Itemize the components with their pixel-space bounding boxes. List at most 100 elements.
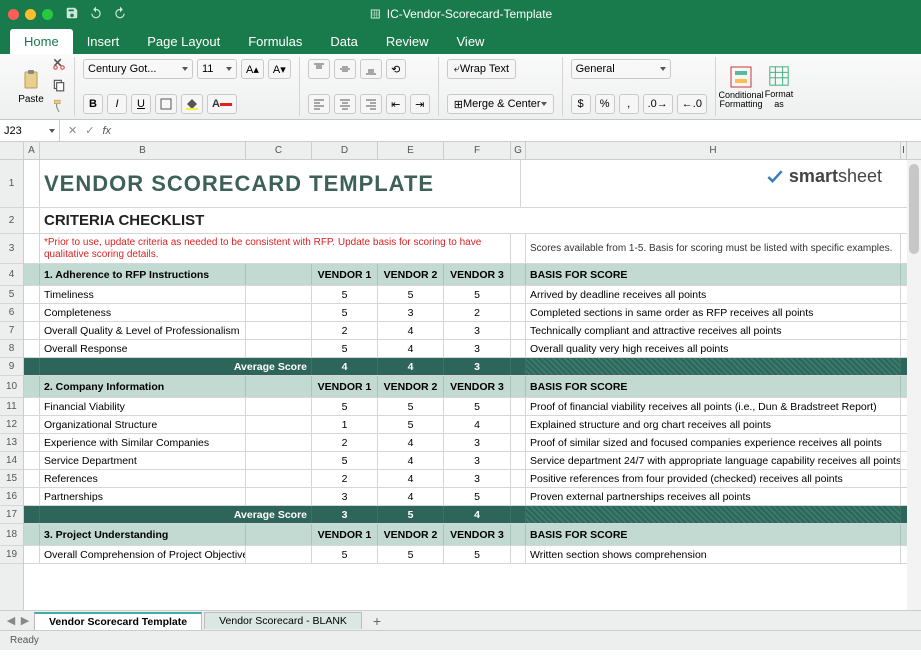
- align-left-button[interactable]: [308, 94, 330, 114]
- formula-input[interactable]: [119, 125, 921, 137]
- underline-button[interactable]: U: [131, 94, 151, 114]
- row-header[interactable]: 7: [0, 322, 23, 340]
- decrease-font-button[interactable]: A▾: [268, 59, 291, 79]
- tab-formulas[interactable]: Formulas: [234, 29, 316, 54]
- copy-icon[interactable]: [52, 78, 66, 95]
- minimize-button[interactable]: [25, 9, 36, 20]
- tab-view[interactable]: View: [443, 29, 499, 54]
- row-header[interactable]: 18: [0, 524, 23, 546]
- number-format-selector[interactable]: General: [571, 59, 671, 79]
- col-G[interactable]: G: [511, 142, 526, 159]
- quick-access-toolbar: [65, 6, 127, 23]
- col-B[interactable]: B: [40, 142, 246, 159]
- sheet-tab-active[interactable]: Vendor Scorecard Template: [34, 612, 202, 630]
- row-header[interactable]: 10: [0, 376, 23, 398]
- comma-style-button[interactable]: ,: [619, 94, 639, 114]
- row-header[interactable]: 13: [0, 434, 23, 452]
- align-top-button[interactable]: [308, 59, 330, 79]
- col-F[interactable]: F: [444, 142, 511, 159]
- wrap-text-button[interactable]: ⤶ Wrap Text: [447, 59, 516, 79]
- close-button[interactable]: [8, 9, 19, 20]
- align-middle-button[interactable]: [334, 59, 356, 79]
- row-header[interactable]: 19: [0, 546, 23, 564]
- merge-center-button[interactable]: ⊞ Merge & Center: [447, 94, 554, 114]
- font-selector[interactable]: Century Got...: [83, 59, 193, 79]
- enter-icon[interactable]: ✓: [85, 124, 94, 137]
- status-text: Ready: [10, 635, 39, 646]
- cancel-icon[interactable]: ✕: [68, 124, 77, 137]
- row-header[interactable]: 15: [0, 470, 23, 488]
- zoom-button[interactable]: [42, 9, 53, 20]
- fill-color-button[interactable]: [181, 94, 203, 114]
- tab-review[interactable]: Review: [372, 29, 443, 54]
- row-header[interactable]: 8: [0, 340, 23, 358]
- name-box[interactable]: J23: [0, 120, 60, 141]
- col-I[interactable]: I: [901, 142, 907, 159]
- sheet-tab[interactable]: Vendor Scorecard - BLANK: [204, 612, 362, 629]
- fx-icon[interactable]: fx: [102, 125, 111, 137]
- align-bottom-button[interactable]: [360, 59, 382, 79]
- bold-button[interactable]: B: [83, 94, 103, 114]
- conditional-formatting-button[interactable]: Conditional Formatting: [724, 65, 758, 109]
- cut-icon[interactable]: [52, 57, 66, 74]
- vertical-scrollbar[interactable]: [907, 160, 921, 610]
- font-size-selector[interactable]: 11: [197, 59, 237, 79]
- window-controls: [8, 9, 53, 20]
- col-H[interactable]: H: [526, 142, 901, 159]
- select-all-corner[interactable]: [0, 142, 24, 159]
- grid: 12345678910111213141516171819 VENDOR SCO…: [0, 160, 921, 610]
- row-header[interactable]: 6: [0, 304, 23, 322]
- tab-nav-next[interactable]: ▶: [18, 614, 32, 628]
- borders-button[interactable]: [155, 94, 177, 114]
- decrease-indent-button[interactable]: ⇤: [386, 94, 406, 114]
- row-header[interactable]: 9: [0, 358, 23, 376]
- cells[interactable]: VENDOR SCORECARD TEMPLATE smartsheet CRI…: [24, 160, 921, 610]
- decrease-decimal-button[interactable]: ←.0: [677, 94, 707, 114]
- percent-button[interactable]: %: [595, 94, 615, 114]
- increase-indent-button[interactable]: ⇥: [410, 94, 430, 114]
- format-painter-icon[interactable]: [52, 99, 66, 116]
- table-row: Overall Comprehension of Project Objecti…: [24, 546, 921, 564]
- row-header[interactable]: 1: [0, 160, 23, 208]
- table-row: Financial Viability555Proof of financial…: [24, 398, 921, 416]
- currency-button[interactable]: $: [571, 94, 591, 114]
- tab-insert[interactable]: Insert: [73, 29, 134, 54]
- row-header[interactable]: 12: [0, 416, 23, 434]
- italic-button[interactable]: I: [107, 94, 127, 114]
- tab-data[interactable]: Data: [316, 29, 371, 54]
- row-header[interactable]: 17: [0, 506, 23, 524]
- save-icon[interactable]: [65, 6, 79, 23]
- table-row: Completeness532Completed sections in sam…: [24, 304, 921, 322]
- row-header[interactable]: 16: [0, 488, 23, 506]
- align-center-button[interactable]: [334, 94, 356, 114]
- tab-page-layout[interactable]: Page Layout: [133, 29, 234, 54]
- table-row: Overall Quality & Level of Professionali…: [24, 322, 921, 340]
- document-title: IC-Vendor-Scorecard-Template: [369, 7, 552, 21]
- add-sheet-button[interactable]: +: [368, 613, 386, 629]
- row-headers: 12345678910111213141516171819: [0, 160, 24, 610]
- col-D[interactable]: D: [312, 142, 378, 159]
- tab-nav-prev[interactable]: ◀: [4, 614, 18, 628]
- align-right-button[interactable]: [360, 94, 382, 114]
- row-header[interactable]: 11: [0, 398, 23, 416]
- row-header[interactable]: 4: [0, 264, 23, 286]
- row-header[interactable]: 14: [0, 452, 23, 470]
- sheet-tab-bar: ◀ ▶ Vendor Scorecard Template Vendor Sco…: [0, 610, 921, 630]
- col-E[interactable]: E: [378, 142, 444, 159]
- paste-button[interactable]: Paste: [14, 65, 48, 109]
- row-header[interactable]: 3: [0, 234, 23, 264]
- table-row: Partnerships345Proven external partnersh…: [24, 488, 921, 506]
- increase-decimal-button[interactable]: .0→: [643, 94, 673, 114]
- increase-font-button[interactable]: A▴: [241, 59, 264, 79]
- col-C[interactable]: C: [246, 142, 312, 159]
- row-header[interactable]: 2: [0, 208, 23, 234]
- row-header[interactable]: 5: [0, 286, 23, 304]
- orientation-button[interactable]: ⟲: [386, 59, 406, 79]
- table-row: References243Positive references from fo…: [24, 470, 921, 488]
- format-as-table-button[interactable]: Format as: [762, 65, 796, 109]
- undo-icon[interactable]: [89, 6, 103, 23]
- col-A[interactable]: A: [24, 142, 40, 159]
- redo-icon[interactable]: [113, 6, 127, 23]
- font-color-button[interactable]: A: [207, 94, 237, 114]
- tab-home[interactable]: Home: [10, 29, 73, 54]
